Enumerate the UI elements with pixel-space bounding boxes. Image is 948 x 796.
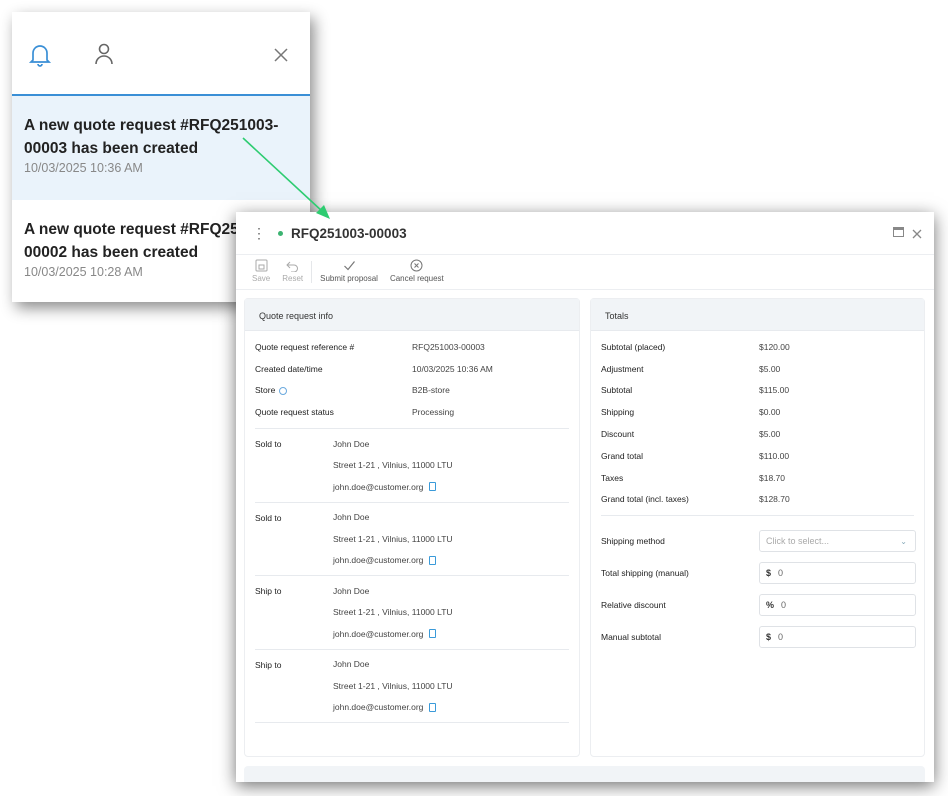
pointer-arrow bbox=[242, 137, 330, 219]
